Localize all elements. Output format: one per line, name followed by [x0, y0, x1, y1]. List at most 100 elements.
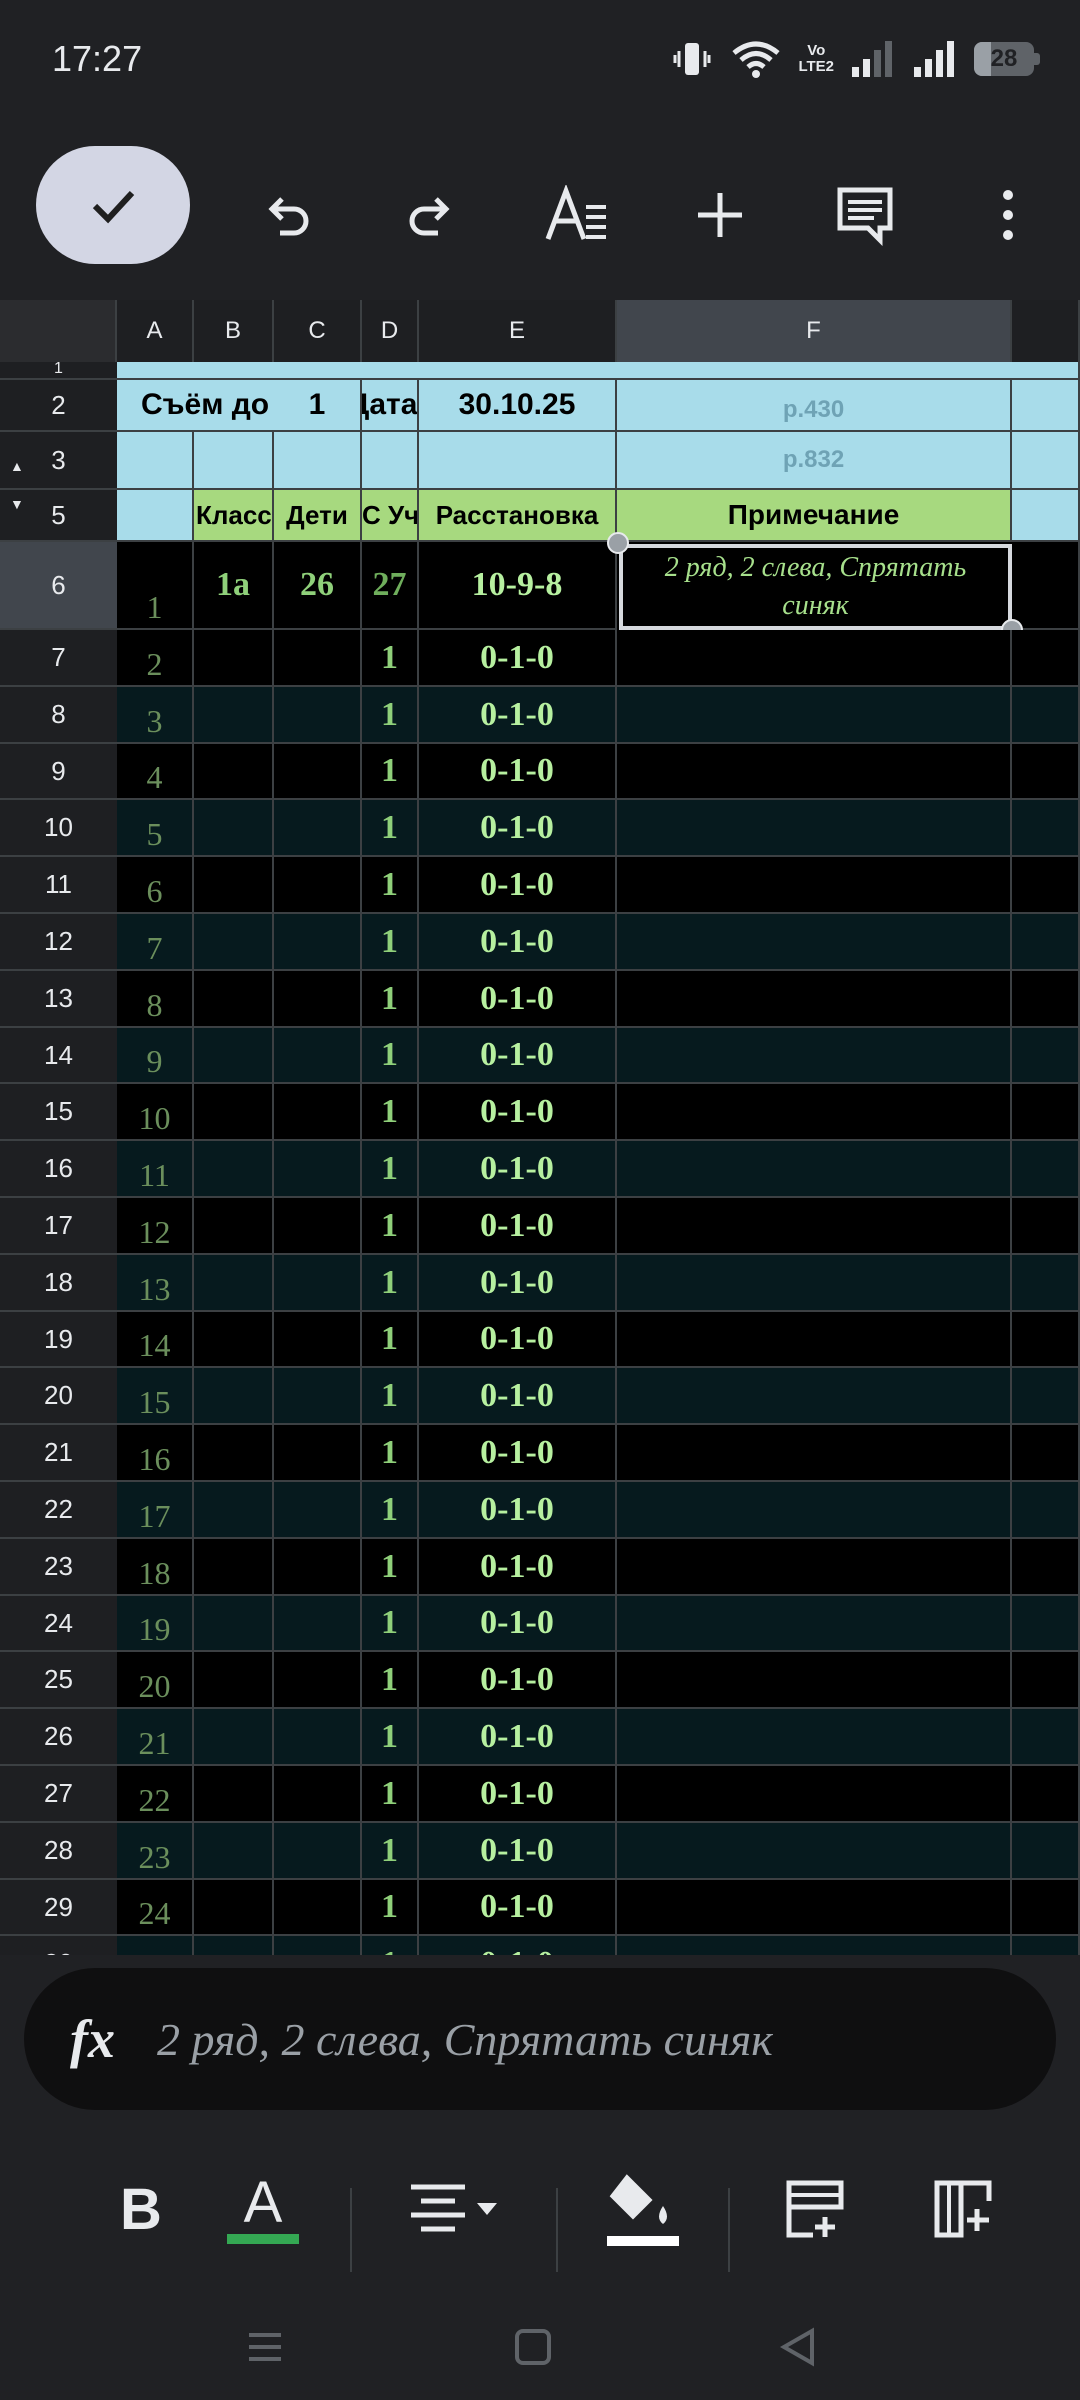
table-cell[interactable] — [194, 1766, 274, 1823]
table-cell[interactable]: 0-1-0 — [419, 1482, 617, 1539]
back-button[interactable] — [763, 2312, 833, 2382]
table-cell[interactable]: 0-1-0 — [419, 800, 617, 857]
table-cell[interactable]: 1 — [362, 1652, 419, 1709]
cell-a6[interactable]: 1 — [117, 542, 194, 630]
cell-b3[interactable] — [194, 432, 274, 490]
table-cell[interactable]: 1 — [362, 1596, 419, 1652]
row-header[interactable]: 16 — [0, 1141, 117, 1198]
table-cell[interactable]: 0-1-0 — [419, 1425, 617, 1482]
table-cell[interactable]: 0-1-0 — [419, 1141, 617, 1198]
row-header-3[interactable]: ▲ 3 — [0, 432, 117, 490]
table-cell[interactable]: 4 — [117, 744, 194, 800]
table-cell[interactable] — [274, 1823, 362, 1880]
table-cell[interactable]: 12 — [117, 1198, 194, 1255]
table-cell[interactable]: 17 — [117, 1482, 194, 1539]
table-cell[interactable] — [194, 1709, 274, 1766]
cell-g5[interactable] — [1012, 490, 1080, 542]
cell-e6[interactable]: 10-9-8 — [419, 542, 617, 630]
row-header[interactable]: 19 — [0, 1312, 117, 1368]
cell-b6[interactable]: 1а — [194, 542, 274, 630]
cell-f6-selected[interactable]: 2 ряд, 2 слева, Спрятать синяк — [619, 544, 1012, 630]
row-header[interactable]: 26 — [0, 1709, 117, 1766]
table-cell[interactable] — [274, 1596, 362, 1652]
table-cell[interactable] — [274, 1936, 362, 1955]
row-header[interactable]: 18 — [0, 1255, 117, 1312]
table-cell[interactable] — [274, 800, 362, 857]
recents-button[interactable] — [230, 2312, 300, 2382]
table-cell[interactable]: 1 — [362, 1936, 419, 1955]
row-header[interactable]: 29 — [0, 1880, 117, 1936]
table-cell[interactable]: 20 — [117, 1652, 194, 1709]
column-header-e[interactable]: E — [419, 300, 617, 362]
table-cell[interactable]: 1 — [362, 1028, 419, 1084]
more-options-button[interactable] — [963, 170, 1053, 260]
table-cell[interactable]: 2 — [117, 630, 194, 687]
insert-button[interactable] — [675, 170, 765, 260]
table-cell[interactable] — [617, 1028, 1012, 1084]
table-cell[interactable]: 0-1-0 — [419, 1823, 617, 1880]
table-cell[interactable] — [194, 857, 274, 914]
cell-c3[interactable] — [274, 432, 362, 490]
cell-e2[interactable]: 30.10.25 — [419, 380, 617, 432]
table-cell[interactable] — [1012, 1368, 1080, 1425]
group-collapse-icon[interactable]: ▲ — [10, 458, 24, 474]
redo-button[interactable] — [385, 170, 475, 260]
table-cell[interactable]: 1 — [362, 1766, 419, 1823]
table-cell[interactable] — [617, 1539, 1012, 1596]
row-header-5[interactable]: ▼ 5 — [0, 490, 117, 542]
table-cell[interactable] — [617, 1766, 1012, 1823]
select-all-corner[interactable] — [0, 300, 117, 362]
table-cell[interactable]: 15 — [117, 1368, 194, 1425]
table-cell[interactable] — [194, 800, 274, 857]
table-cell[interactable]: 0-1-0 — [419, 687, 617, 744]
selection-handle-top[interactable] — [607, 532, 629, 554]
table-cell[interactable] — [1012, 1084, 1080, 1141]
table-cell[interactable] — [274, 1368, 362, 1425]
row-header-2[interactable]: 2 — [0, 380, 117, 432]
table-cell[interactable] — [194, 1482, 274, 1539]
table-cell[interactable] — [1012, 914, 1080, 971]
cell-b5[interactable]: Класс — [194, 490, 274, 542]
cell-f5[interactable]: Примечание — [617, 490, 1012, 542]
table-cell[interactable] — [194, 1652, 274, 1709]
table-cell[interactable] — [617, 1312, 1012, 1368]
table-cell[interactable]: 0-1-0 — [419, 1255, 617, 1312]
table-cell[interactable] — [274, 857, 362, 914]
table-cell[interactable] — [274, 1652, 362, 1709]
cell-a5[interactable] — [117, 490, 194, 542]
table-cell[interactable] — [194, 1823, 274, 1880]
cell-a3[interactable] — [117, 432, 194, 490]
table-cell[interactable] — [617, 1596, 1012, 1652]
table-cell[interactable] — [274, 1255, 362, 1312]
column-header-b[interactable]: B — [194, 300, 274, 362]
home-button[interactable] — [498, 2312, 568, 2382]
comment-button[interactable] — [820, 170, 910, 260]
column-header-g[interactable] — [1012, 300, 1080, 362]
text-format-button[interactable] — [532, 170, 622, 260]
table-cell[interactable]: 1 — [362, 914, 419, 971]
row-header[interactable]: 11 — [0, 857, 117, 914]
cell-d2[interactable]: Дата — [362, 380, 419, 432]
column-header-f[interactable]: F — [617, 300, 1012, 362]
table-cell[interactable] — [617, 800, 1012, 857]
table-cell[interactable] — [617, 1141, 1012, 1198]
table-cell[interactable] — [274, 744, 362, 800]
table-cell[interactable] — [617, 971, 1012, 1028]
table-cell[interactable] — [1012, 1766, 1080, 1823]
table-cell[interactable] — [1012, 1198, 1080, 1255]
table-cell[interactable] — [194, 1028, 274, 1084]
table-cell[interactable]: 1 — [362, 1539, 419, 1596]
table-cell[interactable] — [274, 1084, 362, 1141]
table-cell[interactable]: 1 — [362, 1312, 419, 1368]
table-cell[interactable]: 1 — [362, 1368, 419, 1425]
table-cell[interactable] — [1012, 630, 1080, 687]
cell-g6[interactable] — [1012, 542, 1080, 630]
row-header[interactable]: 22 — [0, 1482, 117, 1539]
table-cell[interactable]: 5 — [117, 800, 194, 857]
table-cell[interactable]: 1 — [362, 1709, 419, 1766]
row-header[interactable]: 13 — [0, 971, 117, 1028]
table-cell[interactable] — [1012, 1880, 1080, 1936]
row-header[interactable]: 25 — [0, 1652, 117, 1709]
table-cell[interactable] — [1012, 1596, 1080, 1652]
table-cell[interactable]: 0-1-0 — [419, 1312, 617, 1368]
